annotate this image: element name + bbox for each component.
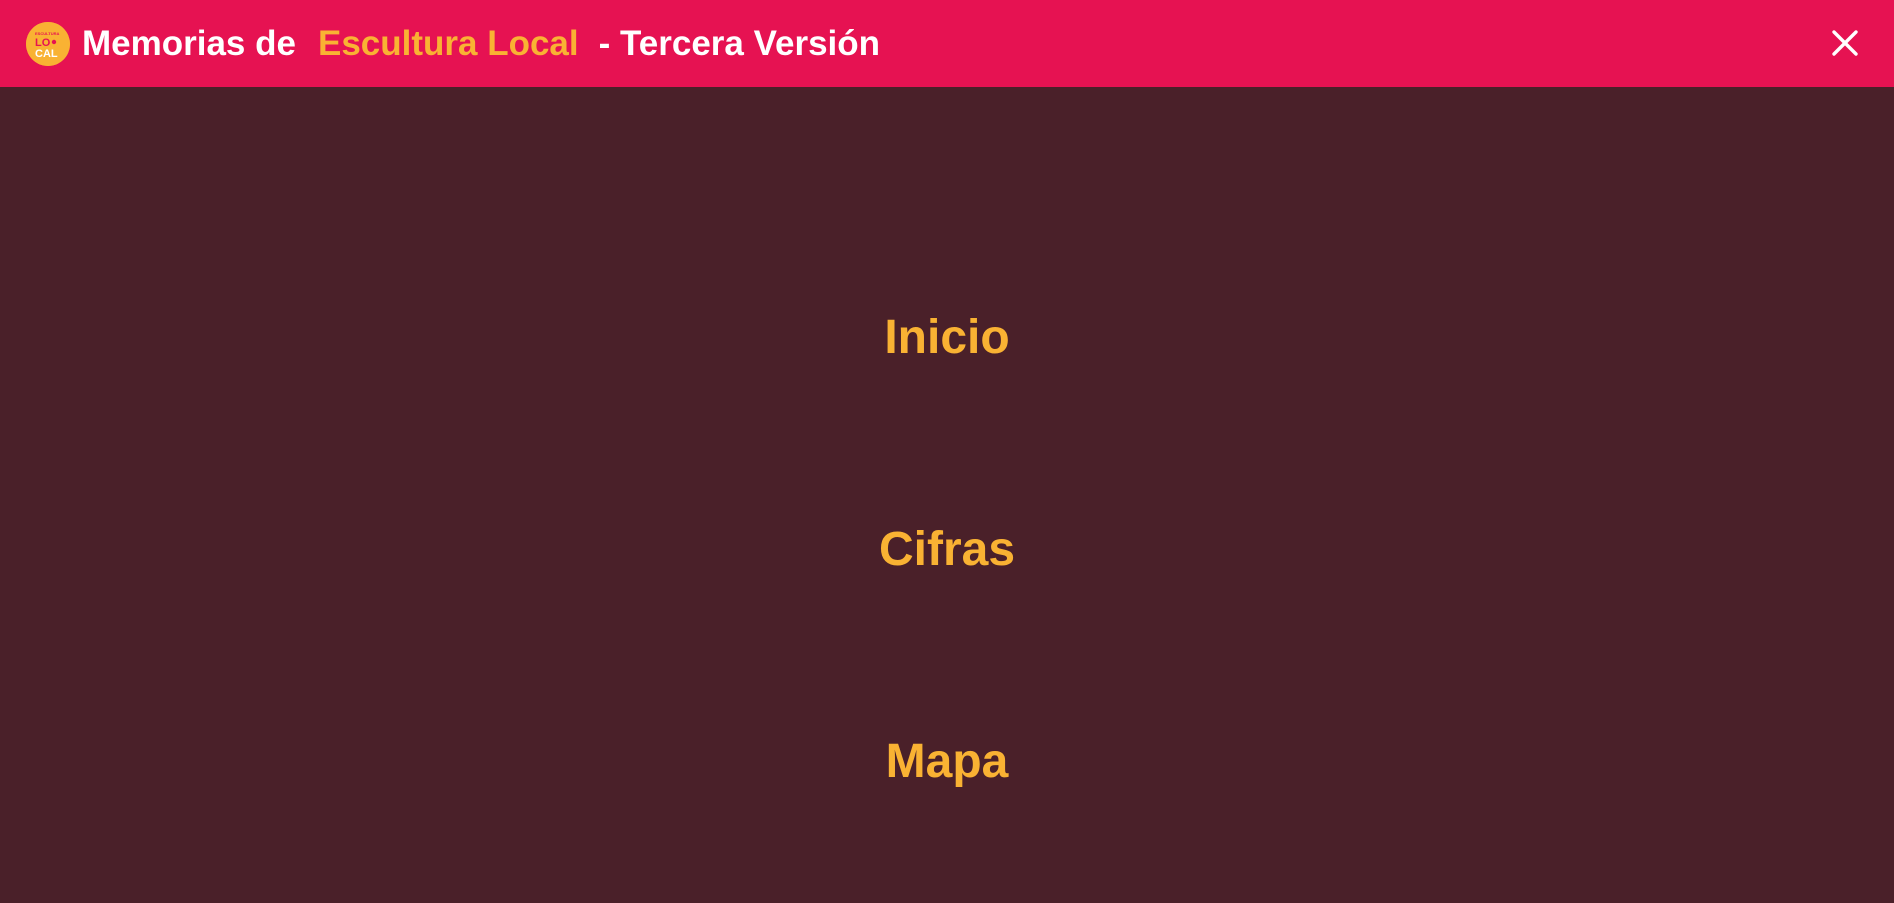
menu-item-inicio[interactable]: Inicio (0, 308, 1894, 368)
title-accent: Escultura Local (317, 23, 579, 63)
title-suffix: - Tercera Versión (598, 23, 881, 63)
logo-icon: ESCULTURA LO CAL (26, 21, 70, 66)
close-button[interactable] (1824, 22, 1866, 64)
header-bar: ESCULTURA LO CAL Memorias de Escultura L… (0, 0, 1894, 87)
logo: ESCULTURA LO CAL (26, 21, 70, 66)
title-prefix: Memorias de (82, 23, 296, 63)
menu-item-cifras[interactable]: Cifras (0, 520, 1894, 580)
close-icon (1832, 30, 1858, 56)
svg-text:CAL: CAL (35, 48, 58, 60)
main-menu: Inicio Cifras Mapa (0, 87, 1894, 903)
page-title: Memorias de Escultura Local - Tercera Ve… (82, 24, 880, 64)
svg-text:ESCULTURA: ESCULTURA (35, 31, 59, 36)
menu-item-mapa[interactable]: Mapa (0, 732, 1894, 792)
app-window: ESCULTURA LO CAL Memorias de Escultura L… (0, 0, 1894, 903)
